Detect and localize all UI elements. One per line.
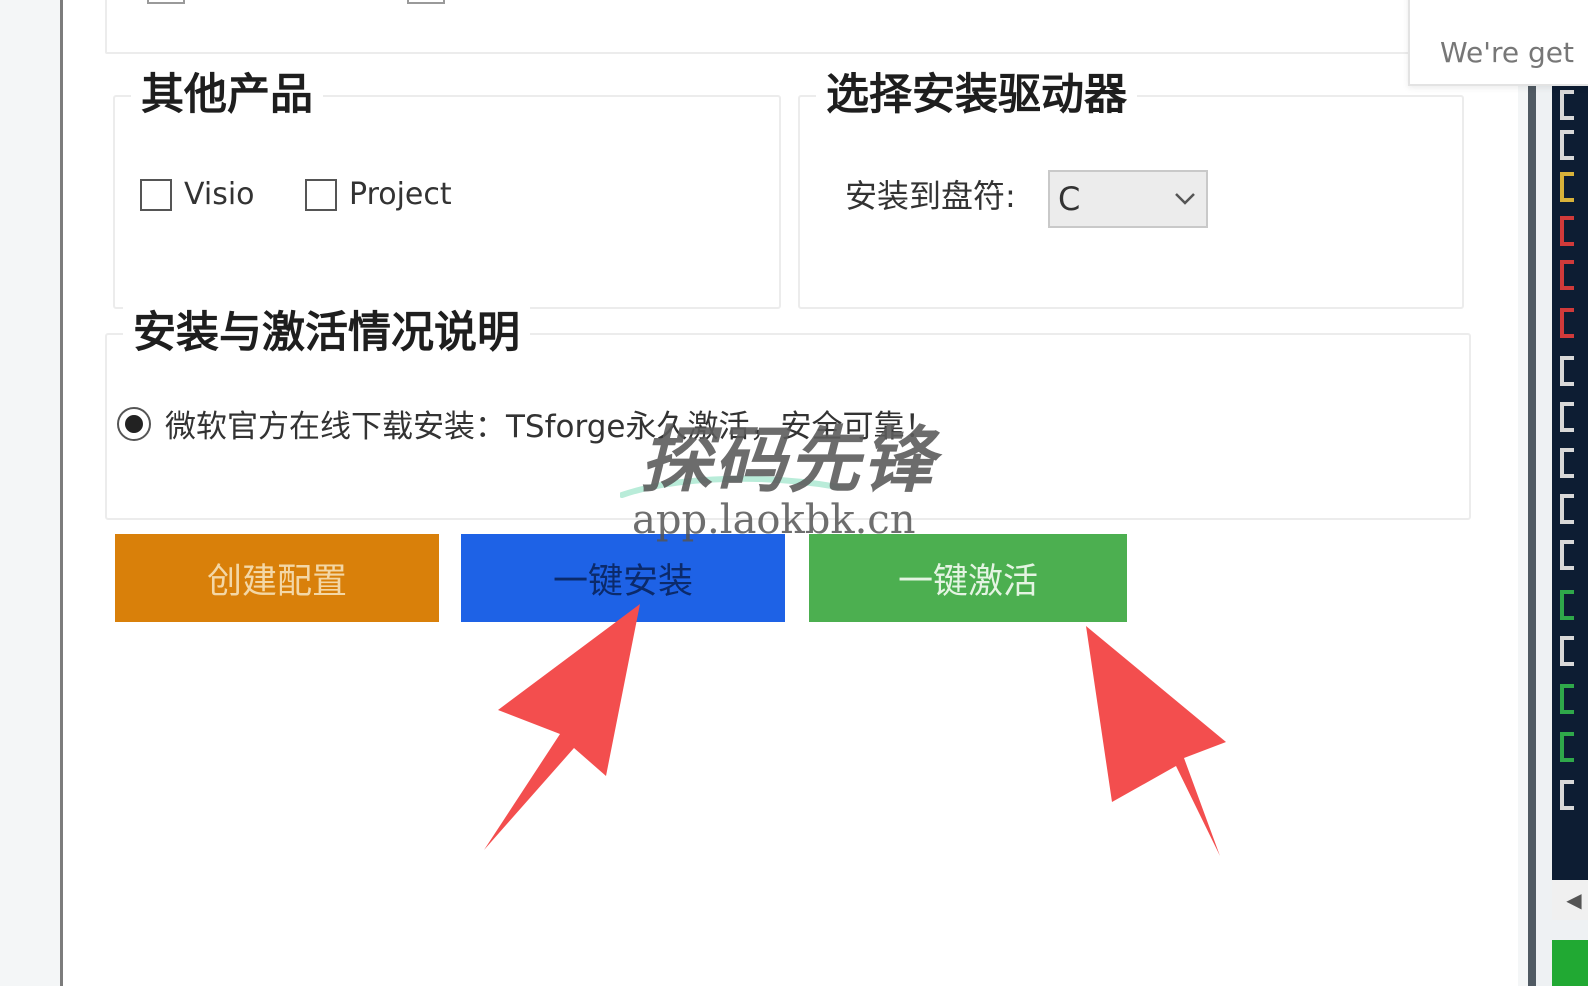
one-click-install-button[interactable]: 一键安装 — [461, 534, 785, 622]
top-options-group — [105, 0, 1459, 54]
console-line — [1560, 780, 1574, 810]
visio-label: Visio — [184, 177, 255, 212]
console-output — [1552, 80, 1588, 880]
drive-letter-value: C — [1058, 180, 1081, 218]
project-checkbox[interactable] — [305, 178, 337, 211]
console-line — [1560, 90, 1574, 120]
screenshot-stage: 其他产品 Visio Project 选择安装驱动器 安装到盘符: C 安装与激… — [0, 0, 1588, 986]
console-line — [1560, 130, 1574, 160]
installer-window: 其他产品 Visio Project 选择安装驱动器 安装到盘符: C 安装与激… — [60, 0, 1518, 986]
install-mode-radio[interactable] — [117, 406, 151, 441]
console-line — [1560, 732, 1574, 762]
install-drive-title: 选择安装驱动器 — [816, 67, 1137, 123]
install-mode-label: 微软官方在线下载安装：TSforge永久激活，安全可靠！ — [165, 409, 936, 445]
radio-selected-dot — [125, 414, 143, 433]
console-line — [1560, 636, 1574, 666]
console-line — [1560, 356, 1574, 386]
console-line — [1560, 590, 1574, 620]
console-line — [1560, 308, 1574, 338]
visio-checkbox[interactable] — [140, 178, 172, 211]
chevron-down-icon — [1174, 188, 1196, 210]
console-line — [1560, 448, 1574, 478]
other-products-title: 其他产品 — [131, 67, 323, 123]
drive-letter-select[interactable]: C — [1048, 170, 1208, 228]
install-activation-info-title: 安装与激活情况说明 — [123, 305, 530, 361]
console-line — [1560, 540, 1574, 570]
scroll-left-icon[interactable]: ◀ — [1566, 888, 1581, 912]
console-line — [1560, 260, 1574, 290]
console-line — [1560, 494, 1574, 524]
install-activation-info-group: 安装与激活情况说明 微软官方在线下载安装：TSforge永久激活，安全可靠！ — [105, 305, 1471, 520]
visio-option[interactable]: Visio — [140, 177, 255, 212]
status-indicator — [1552, 940, 1588, 986]
console-panel: ◀ — [1528, 80, 1588, 986]
one-click-activate-button[interactable]: 一键激活 — [809, 534, 1127, 622]
project-option[interactable]: Project — [305, 177, 452, 212]
console-line — [1560, 172, 1574, 202]
console-scrollbar[interactable]: ◀ — [1552, 880, 1588, 920]
other-products-group: 其他产品 Visio Project — [113, 67, 781, 309]
drive-letter-label: 安装到盘符: — [845, 177, 1016, 215]
top-checkbox-2[interactable] — [407, 0, 445, 4]
install-mode-option[interactable]: 微软官方在线下载安装：TSforge永久激活，安全可靠！ — [117, 401, 935, 446]
project-label: Project — [349, 177, 452, 212]
popup-text: We're get — [1440, 36, 1574, 69]
console-line — [1560, 216, 1574, 246]
create-config-button[interactable]: 创建配置 — [115, 534, 439, 622]
notification-popup: We're get — [1408, 0, 1588, 86]
console-line — [1560, 684, 1574, 714]
console-line — [1560, 402, 1574, 432]
install-drive-group: 选择安装驱动器 安装到盘符: C — [798, 67, 1464, 309]
top-checkbox-1[interactable] — [147, 0, 185, 4]
